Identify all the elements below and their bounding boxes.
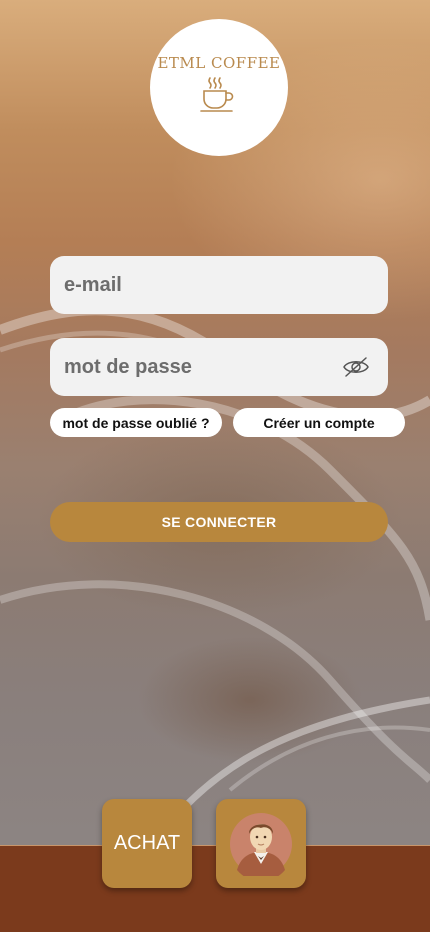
achat-label: ACHAT bbox=[113, 832, 181, 854]
achat-button[interactable]: ACHAT bbox=[102, 799, 192, 888]
avatar-icon bbox=[230, 812, 292, 876]
connect-label: SE CONNECTER bbox=[161, 514, 277, 530]
forgot-password-button[interactable]: mot de passe oublié ? bbox=[50, 408, 222, 437]
eye-slash-icon[interactable] bbox=[342, 355, 370, 379]
password-field[interactable]: mot de passe bbox=[50, 338, 388, 396]
connect-button[interactable]: SE CONNECTER bbox=[50, 502, 388, 542]
create-account-label: Créer un compte bbox=[263, 414, 375, 431]
create-account-button[interactable]: Créer un compte bbox=[233, 408, 405, 437]
coffee-cup-icon bbox=[200, 76, 234, 112]
password-placeholder: mot de passe bbox=[64, 355, 192, 378]
forgot-password-label: mot de passe oublié ? bbox=[62, 414, 210, 431]
brand-logo: ETML COFFEE bbox=[150, 19, 288, 156]
bottom-nav-bar bbox=[0, 845, 430, 932]
email-placeholder: e-mail bbox=[64, 273, 122, 296]
email-field[interactable]: e-mail bbox=[50, 256, 388, 314]
brand-name: ETML COFFEE bbox=[157, 53, 281, 72]
profile-button[interactable] bbox=[216, 799, 306, 888]
